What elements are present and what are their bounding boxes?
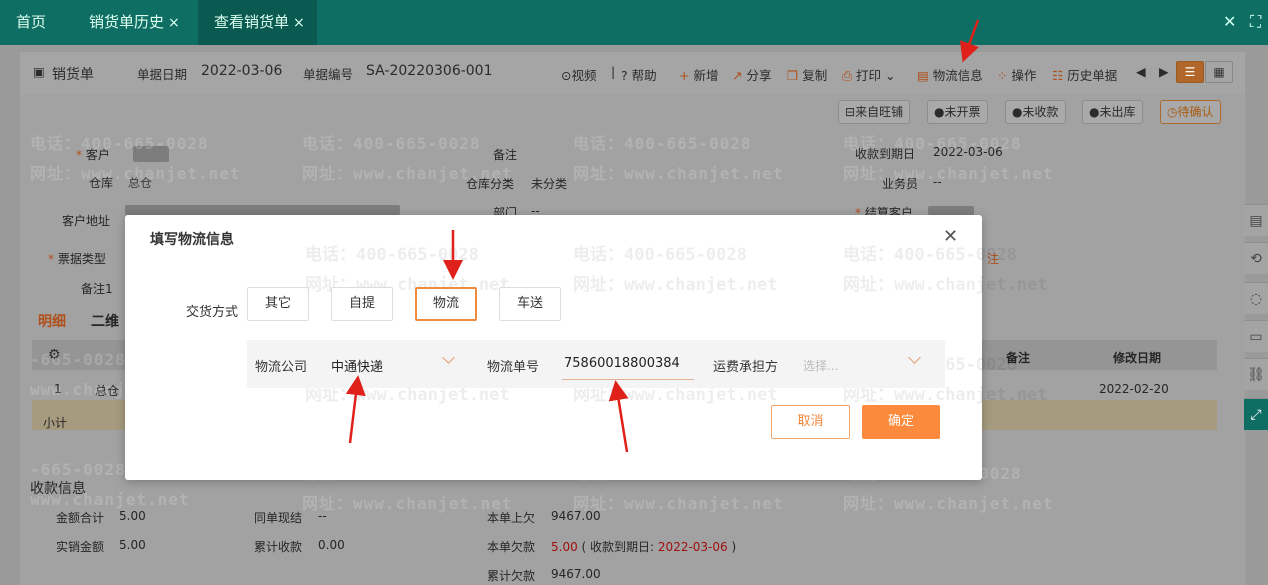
annotation-arrows: [345, 19, 980, 453]
arrow-to-logistics-info: [960, 19, 980, 63]
arrow-to-logistics-company: [345, 375, 366, 444]
arrow-to-tracking-number: [608, 380, 629, 453]
